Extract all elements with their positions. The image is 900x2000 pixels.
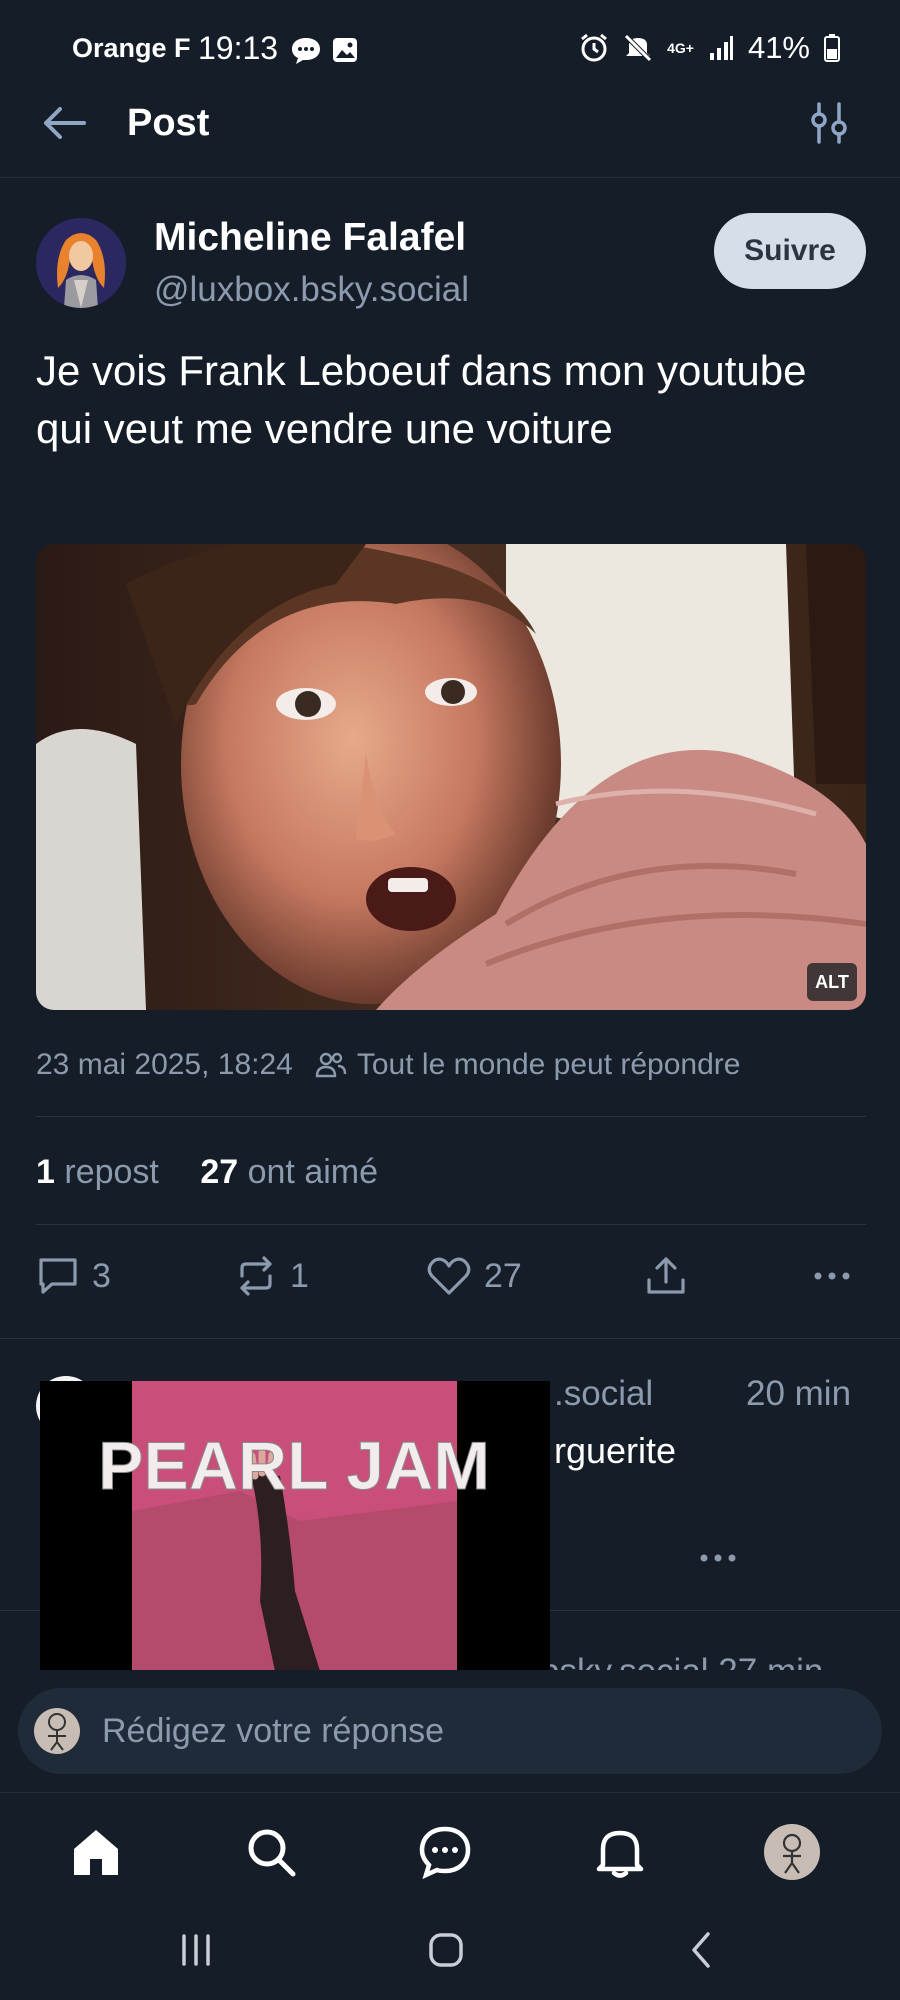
- reply-more-button[interactable]: [696, 1538, 740, 1577]
- post-meta: 23 mai 2025, 18:24 Tout le monde peut ré…: [36, 1048, 740, 1082]
- status-indicators: 4G+ 41%: [579, 30, 840, 66]
- chat-icon: [419, 1826, 471, 1879]
- arrow-left-icon: [44, 107, 86, 139]
- likes-stat[interactable]: 27 ont aimé: [200, 1153, 378, 1191]
- clock: 19:13: [198, 30, 279, 66]
- reply-text: rguerite: [554, 1430, 677, 1471]
- like-count: 27: [484, 1256, 522, 1295]
- back-nav-icon[interactable]: [682, 1930, 722, 1970]
- back-button[interactable]: [36, 100, 96, 146]
- comment-icon: [39, 1258, 77, 1294]
- post-actions: 3 1 27: [36, 1254, 866, 1308]
- home-icon: [74, 1830, 118, 1875]
- home-nav-icon[interactable]: [426, 1930, 466, 1970]
- reply-peek: bsky.social 27 min: [540, 1645, 823, 1671]
- profile-avatar-icon: [764, 1824, 820, 1880]
- post-text: Je vois Frank Leboeuf dans mon youtube q…: [36, 347, 807, 452]
- reposts-stat[interactable]: 1 repost: [36, 1153, 159, 1191]
- heart-icon: [427, 1257, 471, 1295]
- nav-home[interactable]: [66, 1822, 126, 1882]
- likes-label: ont aimé: [247, 1153, 379, 1191]
- battery-percent: 41%: [747, 30, 810, 65]
- reply-button[interactable]: 3: [36, 1254, 111, 1298]
- post-photo: [36, 544, 866, 1010]
- sliders-icon: [811, 102, 847, 144]
- author-avatar[interactable]: [36, 218, 126, 308]
- alt-text-badge[interactable]: ALT: [807, 963, 857, 1001]
- more-options-button[interactable]: [810, 1254, 854, 1298]
- user-avatar: [34, 1708, 80, 1754]
- divider: [0, 1338, 900, 1339]
- stick-figure-avatar: [48, 1713, 66, 1751]
- repost-count: 1: [290, 1256, 309, 1295]
- search-icon: [248, 1829, 296, 1877]
- reply-time: 20 min: [746, 1374, 852, 1413]
- share-button[interactable]: [644, 1254, 688, 1298]
- battery-icon: [824, 34, 840, 62]
- post-stats: 1 repost 27 ont aimé: [36, 1153, 378, 1192]
- reply-setting-label: Tout le monde peut répondre: [356, 1048, 741, 1081]
- status-bar: Orange F 19:13 4G+ 41%: [0, 0, 900, 100]
- signal-icon: [709, 36, 733, 60]
- mute-icon: [624, 34, 652, 62]
- follow-button[interactable]: Suivre: [714, 213, 866, 289]
- system-nav-bar: [0, 1912, 900, 2000]
- reposts-label: repost: [64, 1153, 159, 1191]
- divider: [36, 1224, 866, 1225]
- gallery-notification-icon: [333, 38, 357, 62]
- repost-button[interactable]: 1: [234, 1254, 309, 1298]
- avatar-illustration: [36, 218, 126, 308]
- post-date: 23 mai 2025, 18:24: [36, 1048, 293, 1081]
- page-title: Post: [127, 102, 210, 144]
- repost-icon: [240, 1256, 272, 1296]
- network-type: 4G+: [667, 40, 694, 56]
- bell-icon: [596, 1830, 644, 1878]
- likes-count: 27: [200, 1153, 239, 1191]
- more-horizontal-icon: [814, 1272, 850, 1280]
- share-icon: [647, 1257, 685, 1294]
- recents-icon[interactable]: [176, 1930, 216, 1970]
- nav-notifications[interactable]: [590, 1822, 650, 1882]
- reply-count: 3: [92, 1256, 111, 1295]
- post-image[interactable]: [36, 544, 866, 1010]
- message-notification-icon: [292, 38, 320, 64]
- nav-chat[interactable]: [415, 1822, 475, 1882]
- alarm-icon: [581, 33, 608, 62]
- people-icon: [315, 1052, 347, 1078]
- like-button[interactable]: 27: [426, 1254, 522, 1298]
- thread-settings-button[interactable]: [804, 100, 854, 146]
- divider: [36, 1116, 866, 1117]
- reply-composer[interactable]: [18, 1688, 882, 1774]
- reply-setting[interactable]: Tout le monde peut répondre: [315, 1048, 741, 1082]
- reply-handle[interactable]: .social: [554, 1374, 653, 1414]
- carrier-label: Orange F: [72, 33, 191, 63]
- more-horizontal-icon: [700, 1554, 736, 1562]
- author-handle[interactable]: @luxbox.bsky.social: [154, 270, 469, 310]
- video-overlay-title: PEARL JAM: [98, 1428, 490, 1504]
- reposts-count: 1: [36, 1153, 55, 1191]
- picture-in-picture-video[interactable]: PEARL JAM: [40, 1381, 550, 1671]
- nav-search[interactable]: [241, 1822, 301, 1882]
- video-frame: PEARL JAM: [40, 1381, 550, 1671]
- author-name[interactable]: Micheline Falafel: [154, 216, 466, 260]
- nav-profile[interactable]: [762, 1822, 822, 1882]
- reply-input[interactable]: [102, 1711, 802, 1751]
